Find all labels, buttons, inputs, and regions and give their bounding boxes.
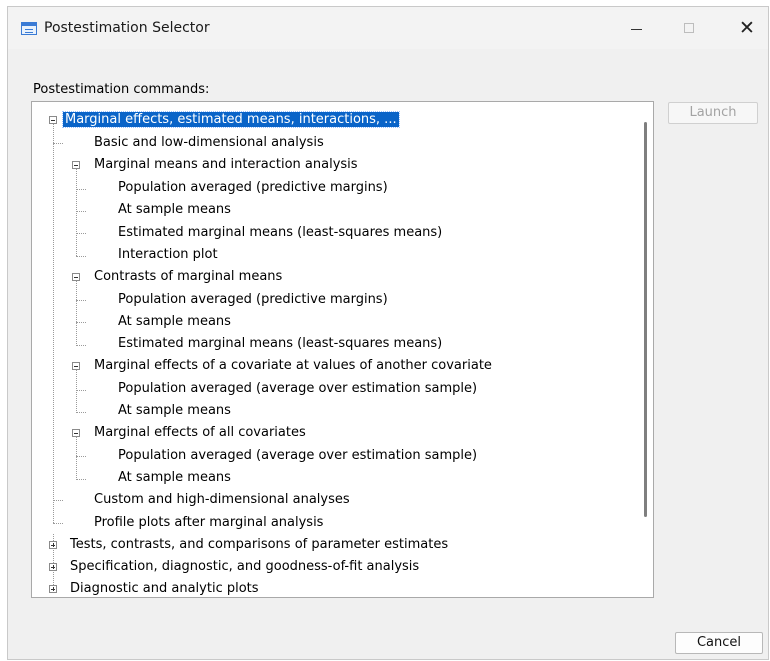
tree-node-estimated-marginal-means[interactable]: Estimated marginal means (least-squares … xyxy=(116,334,444,354)
tree-node-at-sample-means[interactable]: At sample means xyxy=(116,200,233,220)
expand-icon[interactable] xyxy=(49,585,57,593)
tree-connector xyxy=(76,168,77,256)
tree-connector xyxy=(76,280,77,346)
tree-connector xyxy=(76,412,86,413)
tree-node-tests-contrasts[interactable]: Tests, contrasts, and comparisons of par… xyxy=(68,535,450,555)
commands-label: Postestimation commands: xyxy=(33,82,210,97)
tree-node-custom-analyses[interactable]: Custom and high-dimensional analyses xyxy=(92,490,352,510)
tree-connector xyxy=(76,345,86,346)
tree-node-population-averaged[interactable]: Population averaged (average over estima… xyxy=(116,379,479,399)
launch-button: Launch xyxy=(668,102,758,124)
tree-node-diagnostic-plots[interactable]: Diagnostic and analytic plots xyxy=(68,579,261,597)
maximize-button xyxy=(670,15,710,43)
expand-icon[interactable] xyxy=(49,541,57,549)
tree-node-interaction-plot[interactable]: Interaction plot xyxy=(116,245,220,265)
tree-node-population-averaged[interactable]: Population averaged (predictive margins) xyxy=(116,290,390,310)
tree-connector xyxy=(53,143,63,144)
tree-connector xyxy=(53,124,54,523)
window-title: Postestimation Selector xyxy=(44,20,210,36)
title-bar[interactable]: Postestimation Selector ✕ xyxy=(8,7,768,49)
tree-connector xyxy=(76,256,86,257)
tree-node-profile-plots[interactable]: Profile plots after marginal analysis xyxy=(92,513,325,533)
tree-connector xyxy=(76,233,86,234)
tree-node-marginal-effects[interactable]: Marginal effects, estimated means, inter… xyxy=(62,110,400,130)
tree-node-estimated-marginal-means[interactable]: Estimated marginal means (least-squares … xyxy=(116,223,444,243)
tree-node-population-averaged[interactable]: Population averaged (predictive margins) xyxy=(116,178,390,198)
collapse-icon[interactable] xyxy=(72,429,80,437)
tree-node-specification-diagnostic[interactable]: Specification, diagnostic, and goodness-… xyxy=(68,557,421,577)
cancel-button[interactable]: Cancel xyxy=(675,632,763,654)
tree-node-contrasts[interactable]: Contrasts of marginal means xyxy=(92,267,284,287)
tree-node-at-sample-means[interactable]: At sample means xyxy=(116,468,233,488)
tree-node-basic-analysis[interactable]: Basic and low-dimensional analysis xyxy=(92,133,326,153)
collapse-icon[interactable] xyxy=(72,161,80,169)
tree-node-covariate-effects[interactable]: Marginal effects of a covariate at value… xyxy=(92,356,494,376)
tree-connector xyxy=(76,211,86,212)
tree-connector xyxy=(76,369,77,413)
tree-connector xyxy=(76,390,86,391)
tree-node-marginal-means[interactable]: Marginal means and interaction analysis xyxy=(92,155,360,175)
tree-connector xyxy=(53,500,63,501)
tree-node-population-averaged[interactable]: Population averaged (average over estima… xyxy=(116,446,479,466)
tree-scrollbar[interactable] xyxy=(644,122,647,517)
postestimation-tree[interactable]: Marginal effects, estimated means, inter… xyxy=(31,101,654,598)
collapse-icon[interactable] xyxy=(72,273,80,281)
tree-node-at-sample-means[interactable]: At sample means xyxy=(116,401,233,421)
expand-icon[interactable] xyxy=(49,563,57,571)
tree-connector xyxy=(76,436,77,480)
tree-connector xyxy=(76,189,86,190)
tree-connector xyxy=(53,523,63,524)
tree-connector xyxy=(76,322,86,323)
tree-connector xyxy=(76,479,86,480)
tree-node-all-covariates[interactable]: Marginal effects of all covariates xyxy=(92,423,308,443)
collapse-icon[interactable] xyxy=(72,362,80,370)
minimize-button[interactable] xyxy=(616,15,656,43)
postestimation-selector-window: Postestimation Selector ✕ Postestimation… xyxy=(7,6,769,660)
tree-node-at-sample-means[interactable]: At sample means xyxy=(116,312,233,332)
tree-connector xyxy=(76,300,86,301)
close-button[interactable]: ✕ xyxy=(727,15,767,43)
app-window-icon xyxy=(21,22,37,35)
tree-connector xyxy=(76,456,86,457)
collapse-icon[interactable] xyxy=(49,116,57,124)
